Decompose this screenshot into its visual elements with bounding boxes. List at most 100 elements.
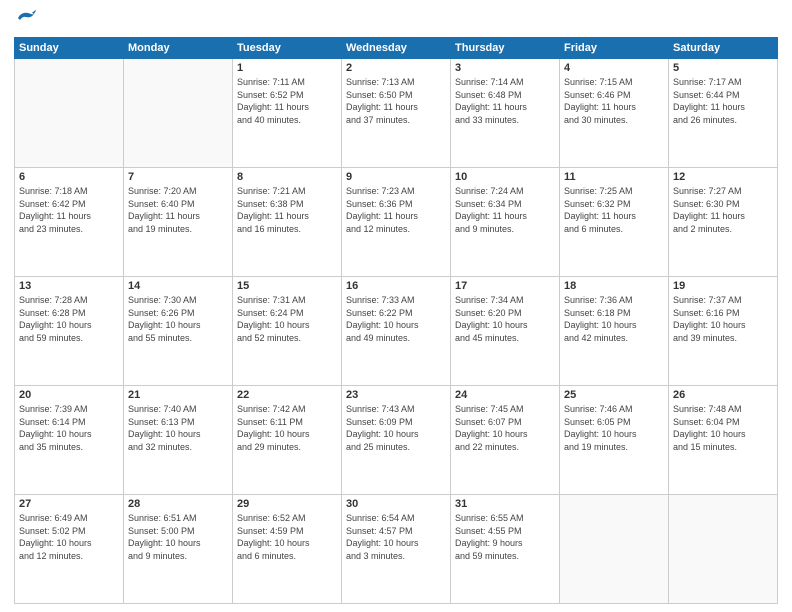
day-number: 17 [455,280,555,292]
week-row-3: 13 Sunrise: 7:28 AM Sunset: 6:28 PM Dayli… [15,277,778,386]
day-info: Sunrise: 6:54 AM Sunset: 4:57 PM Dayligh… [346,512,446,562]
page: SundayMondayTuesdayWednesdayThursdayFrid… [0,0,792,612]
day-number: 20 [19,389,119,401]
calendar-cell: 4Sunrise: 7:15 AM Sunset: 6:46 PM Daylig… [560,59,669,168]
calendar-cell: 11 Sunrise: 7:25 AM Sunset: 6:32 PM Dayli… [560,168,669,277]
calendar-cell: 9 Sunrise: 7:23 AM Sunset: 6:36 PM Daylig… [342,168,451,277]
day-info: Sunrise: 7:40 AM Sunset: 6:13 PM Dayligh… [128,403,228,453]
calendar-cell: 19 Sunrise: 7:37 AM Sunset: 6:16 PM Dayli… [669,277,778,386]
day-number: 15 [237,280,337,292]
day-info: Sunrise: 7:46 AM Sunset: 6:05 PM Dayligh… [564,403,664,453]
day-info: Sunrise: 6:51 AM Sunset: 5:00 PM Dayligh… [128,512,228,562]
day-number: 1 [237,62,337,74]
calendar-cell [669,495,778,604]
day-number: 7 [128,171,228,183]
calendar-cell: 28 Sunrise: 6:51 AM Sunset: 5:00 PM Dayli… [124,495,233,604]
day-info: Sunrise: 7:25 AM Sunset: 6:32 PM Dayligh… [564,185,664,235]
day-number: 22 [237,389,337,401]
calendar-cell: 17 Sunrise: 7:34 AM Sunset: 6:20 PM Dayli… [451,277,560,386]
calendar-cell: 7 Sunrise: 7:20 AM Sunset: 6:40 PM Daylig… [124,168,233,277]
calendar-cell: 31Sunrise: 6:55 AM Sunset: 4:55 PM Dayli… [451,495,560,604]
week-row-5: 27 Sunrise: 6:49 AM Sunset: 5:02 PM Dayli… [15,495,778,604]
calendar-cell: 12Sunrise: 7:27 AM Sunset: 6:30 PM Dayli… [669,168,778,277]
day-number: 28 [128,498,228,510]
calendar-cell: 30 Sunrise: 6:54 AM Sunset: 4:57 PM Dayli… [342,495,451,604]
day-number: 21 [128,389,228,401]
day-info: Sunrise: 7:37 AM Sunset: 6:16 PM Dayligh… [673,294,773,344]
day-info: Sunrise: 7:39 AM Sunset: 6:14 PM Dayligh… [19,403,119,453]
day-number: 10 [455,171,555,183]
day-info: Sunrise: 7:21 AM Sunset: 6:38 PM Dayligh… [237,185,337,235]
header [14,10,778,31]
logo [14,10,36,31]
logo-bird-icon [16,10,36,31]
day-number: 19 [673,280,773,292]
calendar-cell: 15 Sunrise: 7:31 AM Sunset: 6:24 PM Dayli… [233,277,342,386]
day-info: Sunrise: 7:48 AM Sunset: 6:04 PM Dayligh… [673,403,773,453]
calendar-cell: 25 Sunrise: 7:46 AM Sunset: 6:05 PM Dayli… [560,386,669,495]
day-number: 31 [455,498,555,510]
day-number: 11 [564,171,664,183]
day-number: 27 [19,498,119,510]
day-info: Sunrise: 7:28 AM Sunset: 6:28 PM Dayligh… [19,294,119,344]
calendar-cell: 29 Sunrise: 6:52 AM Sunset: 4:59 PM Dayli… [233,495,342,604]
day-number: 4 [564,62,664,74]
calendar-cell: 5 Sunrise: 7:17 AM Sunset: 6:44 PM Daylig… [669,59,778,168]
day-info: Sunrise: 7:42 AM Sunset: 6:11 PM Dayligh… [237,403,337,453]
day-number: 8 [237,171,337,183]
day-info: Sunrise: 7:34 AM Sunset: 6:20 PM Dayligh… [455,294,555,344]
week-row-1: 1 Sunrise: 7:11 AM Sunset: 6:52 PM Daylig… [15,59,778,168]
day-info: Sunrise: 7:17 AM Sunset: 6:44 PM Dayligh… [673,76,773,126]
weekday-header-saturday: Saturday [669,38,778,59]
day-number: 29 [237,498,337,510]
day-info: Sunrise: 7:11 AM Sunset: 6:52 PM Dayligh… [237,76,337,126]
day-info: Sunrise: 7:20 AM Sunset: 6:40 PM Dayligh… [128,185,228,235]
day-info: Sunrise: 7:45 AM Sunset: 6:07 PM Dayligh… [455,403,555,453]
calendar-cell: 1 Sunrise: 7:11 AM Sunset: 6:52 PM Daylig… [233,59,342,168]
day-number: 30 [346,498,446,510]
weekday-header-friday: Friday [560,38,669,59]
day-number: 23 [346,389,446,401]
weekday-header-sunday: Sunday [15,38,124,59]
day-info: Sunrise: 7:14 AM Sunset: 6:48 PM Dayligh… [455,76,555,126]
calendar-cell: 16 Sunrise: 7:33 AM Sunset: 6:22 PM Dayli… [342,277,451,386]
day-info: Sunrise: 6:52 AM Sunset: 4:59 PM Dayligh… [237,512,337,562]
calendar-cell: 18Sunrise: 7:36 AM Sunset: 6:18 PM Dayli… [560,277,669,386]
day-number: 13 [19,280,119,292]
weekday-header-row: SundayMondayTuesdayWednesdayThursdayFrid… [15,38,778,59]
weekday-header-monday: Monday [124,38,233,59]
day-info: Sunrise: 7:23 AM Sunset: 6:36 PM Dayligh… [346,185,446,235]
calendar-cell: 10 Sunrise: 7:24 AM Sunset: 6:34 PM Dayli… [451,168,560,277]
day-info: Sunrise: 7:30 AM Sunset: 6:26 PM Dayligh… [128,294,228,344]
calendar-cell: 22 Sunrise: 7:42 AM Sunset: 6:11 PM Dayli… [233,386,342,495]
day-info: Sunrise: 6:49 AM Sunset: 5:02 PM Dayligh… [19,512,119,562]
calendar-cell: 23 Sunrise: 7:43 AM Sunset: 6:09 PM Dayli… [342,386,451,495]
calendar-cell: 3 Sunrise: 7:14 AM Sunset: 6:48 PM Daylig… [451,59,560,168]
calendar-cell: 27 Sunrise: 6:49 AM Sunset: 5:02 PM Dayli… [15,495,124,604]
day-info: Sunrise: 7:31 AM Sunset: 6:24 PM Dayligh… [237,294,337,344]
day-number: 9 [346,171,446,183]
day-info: Sunrise: 7:33 AM Sunset: 6:22 PM Dayligh… [346,294,446,344]
day-number: 14 [128,280,228,292]
day-number: 24 [455,389,555,401]
day-number: 5 [673,62,773,74]
calendar-cell: 21 Sunrise: 7:40 AM Sunset: 6:13 PM Dayli… [124,386,233,495]
calendar-cell: 24 Sunrise: 7:45 AM Sunset: 6:07 PM Dayli… [451,386,560,495]
day-number: 25 [564,389,664,401]
day-number: 16 [346,280,446,292]
day-info: Sunrise: 7:43 AM Sunset: 6:09 PM Dayligh… [346,403,446,453]
calendar-cell [124,59,233,168]
calendar-cell: 6 Sunrise: 7:18 AM Sunset: 6:42 PM Daylig… [15,168,124,277]
day-info: Sunrise: 7:18 AM Sunset: 6:42 PM Dayligh… [19,185,119,235]
weekday-header-tuesday: Tuesday [233,38,342,59]
calendar-cell: 13 Sunrise: 7:28 AM Sunset: 6:28 PM Dayli… [15,277,124,386]
calendar: SundayMondayTuesdayWednesdayThursdayFrid… [14,37,778,604]
day-number: 2 [346,62,446,74]
week-row-4: 20 Sunrise: 7:39 AM Sunset: 6:14 PM Dayli… [15,386,778,495]
day-info: Sunrise: 7:27 AM Sunset: 6:30 PM Dayligh… [673,185,773,235]
calendar-cell: 8 Sunrise: 7:21 AM Sunset: 6:38 PM Daylig… [233,168,342,277]
calendar-cell [15,59,124,168]
day-number: 3 [455,62,555,74]
day-info: Sunrise: 7:24 AM Sunset: 6:34 PM Dayligh… [455,185,555,235]
day-number: 6 [19,171,119,183]
